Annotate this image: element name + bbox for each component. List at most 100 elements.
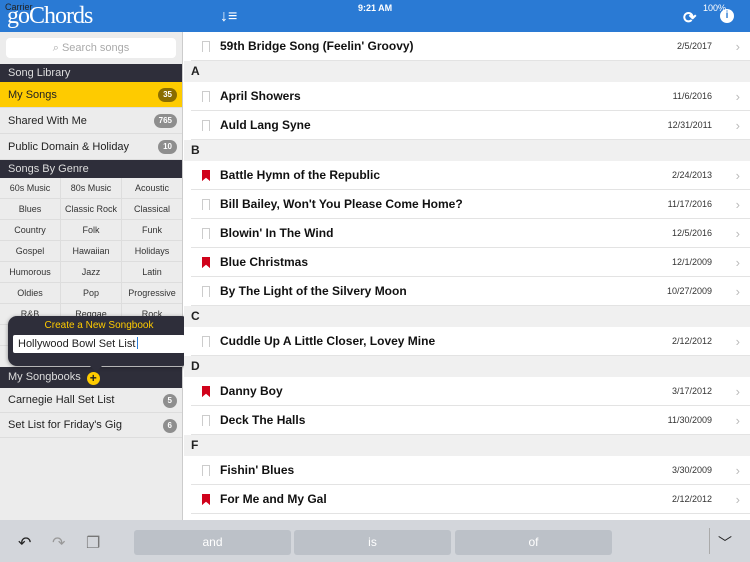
genre-item[interactable]: 80s Music: [61, 178, 122, 199]
undo-icon[interactable]: ↶: [18, 533, 31, 553]
suggestion-1[interactable]: and: [134, 530, 291, 555]
suggestion-2[interactable]: is: [294, 530, 451, 555]
paste-icon[interactable]: ❐: [86, 533, 100, 553]
genre-item[interactable]: Acoustic: [122, 178, 182, 199]
chevron-right-icon: ›: [735, 384, 740, 399]
refresh-icon[interactable]: ⟳: [683, 8, 696, 28]
section-header: B: [184, 140, 750, 161]
bookmark-icon[interactable]: [202, 465, 210, 476]
sidebar: ⌕ Search songs Song Library My Songs 35 Sh…: [0, 32, 183, 520]
bookmark-icon[interactable]: [202, 120, 210, 131]
chevron-right-icon: ›: [735, 168, 740, 183]
genre-item[interactable]: Classical: [122, 199, 182, 220]
genre-item[interactable]: Latin: [122, 262, 182, 283]
chevron-right-icon: ›: [735, 492, 740, 507]
bookmark-icon[interactable]: [202, 91, 210, 102]
bookmark-icon[interactable]: [202, 257, 210, 268]
bookmark-icon[interactable]: [202, 336, 210, 347]
genre-item[interactable]: Holidays: [122, 241, 182, 262]
song-date: 11/6/2016: [672, 91, 712, 101]
genre-item[interactable]: Folk: [61, 220, 122, 241]
section-header: F: [184, 435, 750, 456]
song-date: 12/31/2011: [667, 120, 712, 130]
genre-item[interactable]: Funk: [122, 220, 182, 241]
song-row[interactable]: Blowin' In The Wind 12/5/2016 ›: [191, 219, 750, 248]
song-date: 2/12/2012: [671, 494, 712, 504]
bookmark-icon[interactable]: [202, 415, 210, 426]
suggestion-3[interactable]: of: [455, 530, 612, 555]
song-row[interactable]: Danny Boy 3/17/2012 ›: [191, 377, 750, 406]
song-date: 10/27/2009: [666, 286, 712, 296]
chevron-right-icon: ›: [735, 255, 740, 270]
genre-item[interactable]: Classic Rock: [61, 199, 122, 220]
genre-item[interactable]: Oldies: [0, 283, 61, 304]
chevron-right-icon: ›: [735, 413, 740, 428]
chevron-right-icon: ›: [735, 334, 740, 349]
genre-item[interactable]: Progressive: [122, 283, 182, 304]
redo-icon[interactable]: ↷: [52, 533, 65, 553]
song-title: For Me and My Gal: [220, 492, 327, 506]
genre-item[interactable]: Country: [0, 220, 61, 241]
create-songbook-popover: Create a New Songbook Hollywood Bowl Set…: [8, 316, 190, 372]
section-header: D: [184, 356, 750, 377]
songbook-name-value: Hollywood Bowl Set List: [18, 338, 136, 350]
bookmark-icon[interactable]: [202, 199, 210, 210]
song-row[interactable]: 59th Bridge Song (Feelin' Groovy) 2/5/201…: [191, 32, 750, 61]
count-badge: 35: [158, 88, 177, 102]
songbook-name-input[interactable]: Hollywood Bowl Set List: [13, 335, 185, 353]
bookmark-icon[interactable]: [202, 228, 210, 239]
song-row[interactable]: Battle Hymn of the Republic 2/24/2013 ›: [191, 161, 750, 190]
song-title: Danny Boy: [220, 384, 283, 398]
info-icon[interactable]: i: [720, 9, 734, 23]
library-item[interactable]: Shared With Me 765: [0, 108, 182, 134]
song-date: 11/30/2009: [667, 415, 712, 425]
chevron-down-icon[interactable]: ﹀: [718, 533, 732, 553]
genre-item[interactable]: Blues: [0, 199, 61, 220]
song-row[interactable]: By The Light of the Silvery Moon 10/27/20…: [191, 277, 750, 306]
chevron-right-icon: ›: [735, 463, 740, 478]
genre-item[interactable]: Jazz: [61, 262, 122, 283]
count-badge: 6: [162, 419, 177, 433]
song-title: Blue Christmas: [220, 255, 309, 269]
library-item[interactable]: My Songs 35: [0, 82, 182, 108]
song-title: April Showers: [220, 89, 301, 103]
song-row[interactable]: For Me and My Gal 2/12/2012 ›: [191, 485, 750, 514]
keyboard-bar: ↶ ↷ ❐ and is of ﹀: [0, 520, 750, 562]
count-badge: 5: [162, 394, 177, 408]
song-title: Deck The Halls: [220, 413, 306, 427]
genre-item[interactable]: 60s Music: [0, 178, 61, 199]
bookmark-icon[interactable]: [202, 386, 210, 397]
chevron-right-icon: ›: [735, 284, 740, 299]
bookmark-icon[interactable]: [202, 41, 210, 52]
song-title: Fishin' Blues: [220, 463, 295, 477]
library-item-label: Shared With Me: [8, 115, 87, 127]
song-row[interactable]: Deck The Halls 11/30/2009 ›: [191, 406, 750, 435]
bookmark-icon[interactable]: [202, 494, 210, 505]
genre-item[interactable]: Gospel: [0, 241, 61, 262]
carrier-label: Carrier: [5, 2, 33, 12]
bookmark-icon[interactable]: [202, 286, 210, 297]
genre-item[interactable]: Pop: [61, 283, 122, 304]
song-row[interactable]: April Showers 11/6/2016 ›: [191, 82, 750, 111]
genre-item[interactable]: Hawaiian: [61, 241, 122, 262]
library-item[interactable]: Public Domain & Holiday 10: [0, 134, 182, 160]
sort-icon[interactable]: ↓≡: [220, 8, 237, 26]
song-row[interactable]: Bill Bailey, Won't You Please Come Home?…: [191, 190, 750, 219]
song-date: 11/17/2016: [667, 199, 712, 209]
song-row[interactable]: Cuddle Up A Little Closer, Lovey Mine 2/1…: [191, 327, 750, 356]
song-date: 2/24/2013: [671, 170, 712, 180]
songbook-item[interactable]: Set List for Friday's Gig 6: [0, 413, 182, 438]
song-title: By The Light of the Silvery Moon: [220, 284, 407, 298]
song-row[interactable]: Blue Christmas 12/1/2009 ›: [191, 248, 750, 277]
bookmark-icon[interactable]: [202, 170, 210, 181]
section-header: C: [184, 306, 750, 327]
song-row[interactable]: Fishin' Blues 3/30/2009 ›: [191, 456, 750, 485]
song-title: Blowin' In The Wind: [220, 226, 334, 240]
library-item-label: Public Domain & Holiday: [8, 141, 130, 153]
song-row[interactable]: Auld Lang Syne 12/31/2011 ›: [191, 111, 750, 140]
add-songbook-icon[interactable]: +: [86, 372, 100, 385]
songbook-item[interactable]: Carnegie Hall Set List 5: [0, 388, 182, 413]
song-date: 2/5/2017: [676, 41, 712, 51]
genre-item[interactable]: Humorous: [0, 262, 61, 283]
search-input[interactable]: ⌕ Search songs: [6, 38, 176, 58]
